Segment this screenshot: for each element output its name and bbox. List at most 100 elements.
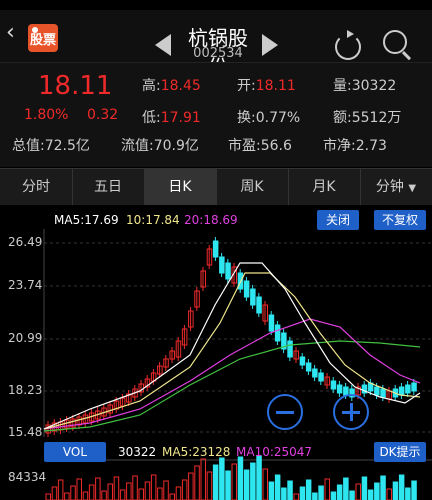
volume-bar <box>225 470 231 500</box>
pe-label: 市盈: <box>228 138 261 154</box>
tab-minute[interactable]: 分钟 ▼ <box>360 169 432 205</box>
candle <box>287 340 293 358</box>
volume-bar <box>200 458 206 500</box>
vol-button[interactable]: VOL <box>44 442 106 462</box>
volume-bar <box>64 492 70 500</box>
candle <box>405 384 411 394</box>
back-arrow-icon[interactable]: ‹ <box>6 20 15 45</box>
volume-bar <box>175 486 182 500</box>
candle <box>398 386 405 396</box>
ma5-label: MA5:17.69 <box>54 213 119 227</box>
candle <box>305 362 312 372</box>
quote-panel: 18.11 1.80% 0.32 高:18.45 低:17.91 开:18.11… <box>0 62 432 167</box>
volume-bar <box>318 485 324 500</box>
volume-bar <box>206 471 213 500</box>
volume-bar <box>355 483 361 500</box>
volume-bar <box>76 478 82 500</box>
volume-bar <box>398 474 405 500</box>
volume-bar <box>411 480 417 500</box>
pe-value: 56.6 <box>260 138 292 154</box>
volume-bar <box>268 481 275 500</box>
volume-bar <box>95 477 101 500</box>
change-pct: 1.80% <box>24 107 69 123</box>
volume-bar <box>132 475 138 500</box>
app-logo[interactable]: 股票 <box>28 24 58 52</box>
volume-bar <box>57 479 64 500</box>
no-adjust-button[interactable]: 不复权 <box>374 210 426 230</box>
tab-intraday[interactable]: 分时 <box>0 169 73 205</box>
volume-bar <box>262 468 268 500</box>
volume-bar <box>274 474 281 500</box>
volume-bar <box>169 493 175 500</box>
volume-bar <box>405 487 411 500</box>
candle <box>336 384 343 394</box>
dk-hint-button[interactable]: DK提示 <box>374 442 426 462</box>
volume-bar <box>88 484 95 500</box>
volume-bar <box>82 491 89 500</box>
volume-bar <box>51 486 58 500</box>
candle <box>219 256 225 274</box>
candle <box>380 388 386 398</box>
ma20-label: 20:18.69 <box>184 213 238 227</box>
candle <box>411 382 417 392</box>
volume-bar <box>212 464 219 500</box>
volume-bar <box>374 482 380 500</box>
volume-bar <box>312 492 318 500</box>
volume-bar <box>219 457 225 500</box>
volume-bar <box>392 481 399 500</box>
open-label: 开: <box>237 78 256 94</box>
candle <box>374 386 380 396</box>
tab-weekly-k[interactable]: 周K <box>216 169 289 205</box>
y-tick-4: 18.23 <box>8 383 43 397</box>
volume-bar <box>293 493 299 500</box>
zoom-in-icon[interactable] <box>333 394 369 430</box>
next-stock-icon[interactable] <box>262 34 278 56</box>
chevron-down-icon: ▼ <box>408 183 417 194</box>
volume-bar <box>281 487 287 500</box>
y-tick-1: 26.49 <box>8 235 43 249</box>
candle <box>330 380 337 390</box>
candle <box>225 262 231 280</box>
candle <box>250 288 256 306</box>
kline-chart[interactable]: MA5:17.69 10:17.84 20:18.69 关闭 不复权 26.49… <box>0 205 432 500</box>
candle <box>274 324 281 342</box>
app-header: ‹ 股票 杭锅股份 002534 <box>0 10 432 79</box>
y-tick-5: 15.48 <box>8 425 43 439</box>
pb-value: 2.73 <box>355 138 387 154</box>
volume-bar <box>237 456 244 500</box>
volume-bar <box>256 455 262 500</box>
volume-bar <box>70 485 76 500</box>
y-tick-3: 20.99 <box>8 331 43 345</box>
logo-label: 股票 <box>29 33 56 48</box>
tab-five-day[interactable]: 五日 <box>72 169 145 205</box>
candle <box>312 368 318 378</box>
vol-ma10: MA10:25047 <box>236 445 313 459</box>
volume-bar <box>287 480 293 500</box>
tab-monthly-k[interactable]: 月K <box>288 169 361 205</box>
volume-bar <box>126 482 132 500</box>
status-bar <box>0 0 432 10</box>
search-icon[interactable] <box>383 30 407 54</box>
volume-bar <box>243 469 250 500</box>
volume-bar <box>157 487 163 500</box>
volume-bar <box>305 479 312 500</box>
volume-bar <box>343 477 349 500</box>
y-tick-2: 23.74 <box>8 278 43 292</box>
volume-bar <box>181 479 188 500</box>
candle <box>243 280 250 298</box>
zoom-out-icon[interactable] <box>267 394 303 430</box>
ma10-label: 10:17.84 <box>126 213 180 227</box>
close-indicator-button[interactable]: 关闭 <box>317 210 359 230</box>
amount-value: 5512万 <box>351 110 402 126</box>
volume-bar <box>119 489 126 500</box>
prev-stock-icon[interactable] <box>155 34 171 56</box>
refresh-icon[interactable] <box>335 30 361 60</box>
volume-bar <box>367 489 374 500</box>
volume-bar <box>188 472 194 500</box>
tab-daily-k[interactable]: 日K <box>144 169 217 205</box>
turnover-value: 0.77% <box>255 110 301 126</box>
volume-bar <box>361 476 368 500</box>
mktcap-label: 总值: <box>12 138 45 154</box>
volume-bar <box>113 476 120 500</box>
vol-tick: 84334 <box>8 470 47 484</box>
